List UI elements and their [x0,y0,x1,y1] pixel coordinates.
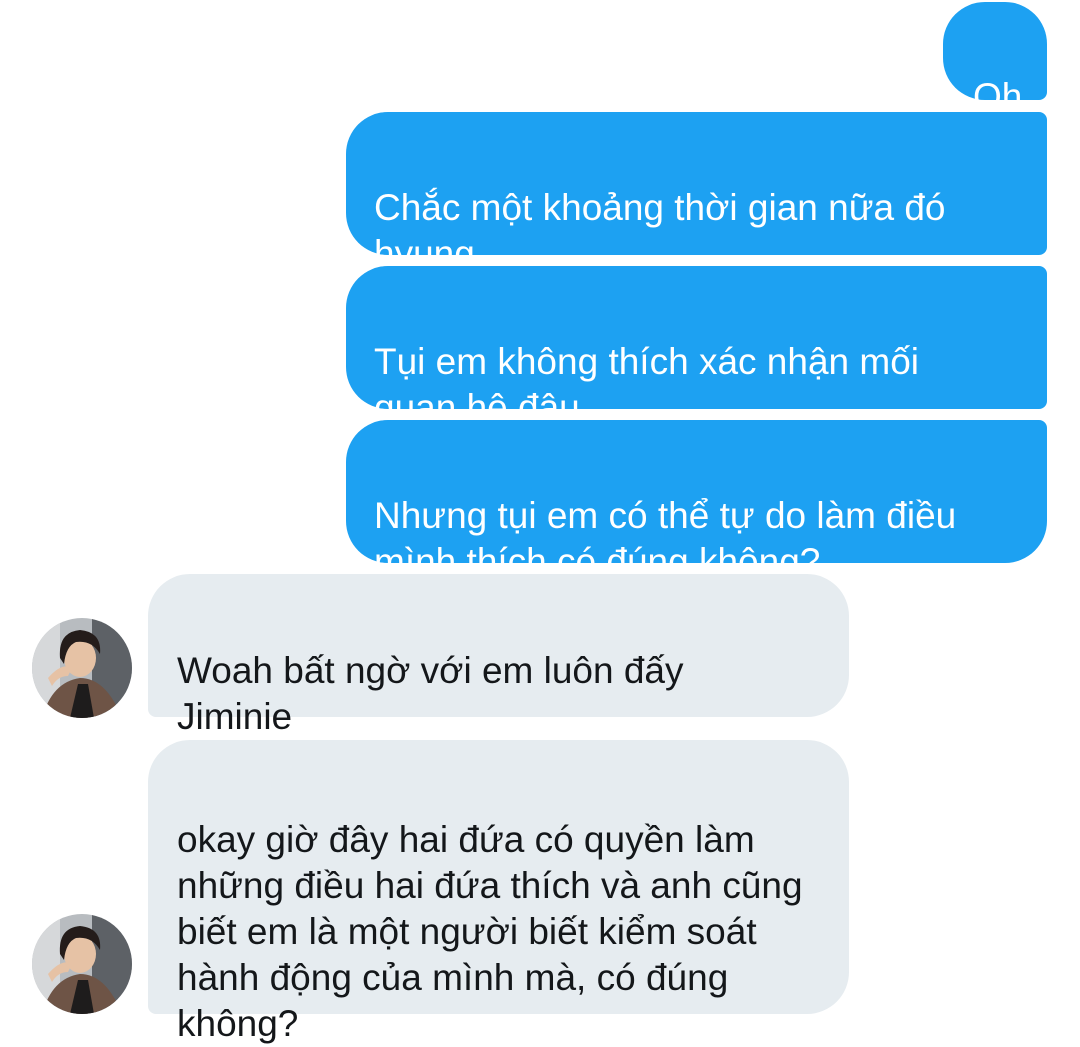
contact-avatar[interactable] [32,618,132,718]
contact-avatar-photo [32,618,132,718]
message-text: Woah bất ngờ với em luôn đấy Jiminie [177,650,684,737]
contact-avatar[interactable] [32,914,132,1014]
sent-message[interactable]: Oh [943,2,1047,117]
message-text: Oh [973,76,1023,117]
message-text: Tụi em không thích xác nhận mối quan hệ … [374,341,920,428]
received-message[interactable]: okay giờ đây hai đứa có quyền làm những … [148,740,849,1044]
sent-message[interactable]: Chắc một khoảng thời gian nữa đó hyung [346,112,1047,274]
message-text: Chắc một khoảng thời gian nữa đó hyung [374,187,946,274]
contact-avatar-photo [32,914,132,1014]
received-message[interactable]: Woah bất ngờ với em luôn đấy Jiminie [148,574,849,737]
sent-message[interactable]: Tụi em không thích xác nhận mối quan hệ … [346,266,1047,428]
message-text: Nhưng tụi em có thể tự do làm điều mình … [374,495,957,582]
sent-message[interactable]: Nhưng tụi em có thể tự do làm điều mình … [346,420,1047,582]
message-text: okay giờ đây hai đứa có quyền làm những … [177,819,803,1044]
